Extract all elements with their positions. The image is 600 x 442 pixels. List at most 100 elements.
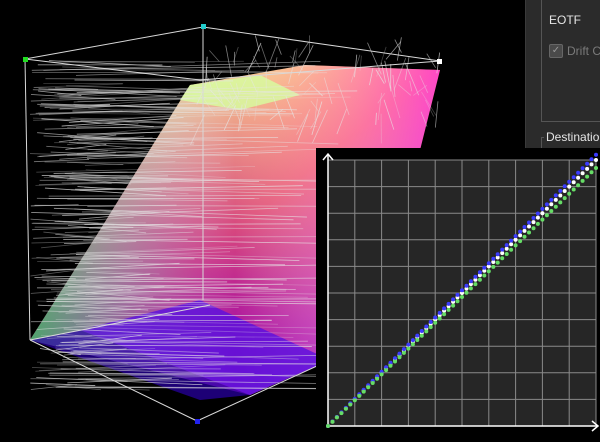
tone-curve-graph	[316, 148, 600, 437]
corner-green-marker	[23, 57, 28, 62]
curve-point	[558, 200, 562, 204]
curve-point	[411, 338, 415, 342]
curve-point	[420, 334, 424, 338]
curve-point	[357, 394, 361, 398]
curve-point	[424, 325, 428, 329]
corner-blue-marker	[195, 419, 200, 424]
curve-point	[411, 342, 415, 346]
curve-point	[473, 282, 477, 286]
curve-point	[465, 291, 469, 295]
curve-point	[576, 176, 580, 180]
curve-point	[576, 183, 580, 187]
curve-point	[545, 202, 549, 206]
vector-line	[299, 42, 309, 57]
curve-point	[487, 261, 491, 265]
vector-line	[34, 84, 122, 88]
curve-point	[442, 312, 446, 316]
curve-point	[420, 329, 424, 333]
tone-curve-panel	[316, 148, 600, 437]
curve-point	[585, 175, 589, 179]
curve-point	[433, 316, 437, 320]
curve-point	[549, 209, 553, 213]
checkmark-icon[interactable]: ✓	[549, 44, 563, 58]
curve-point	[433, 321, 437, 325]
curve-point	[527, 231, 531, 235]
curve-point	[389, 364, 393, 368]
curve-point	[478, 270, 482, 274]
corner-white-marker	[437, 59, 442, 64]
curve-point	[473, 275, 477, 279]
vector-line	[209, 50, 219, 61]
curve-point	[469, 286, 473, 290]
curve-point	[424, 329, 428, 333]
vector-line	[275, 57, 277, 67]
curve-point	[348, 403, 352, 407]
curve-point	[500, 251, 504, 255]
curve-point	[563, 196, 567, 200]
corner-cyan-marker	[201, 24, 206, 29]
curve-point	[500, 248, 504, 252]
curve-point	[398, 352, 402, 356]
curve-point	[567, 185, 571, 189]
curve-point	[572, 180, 576, 184]
curve-point	[482, 266, 486, 270]
curve-point	[460, 288, 464, 292]
curve-point	[362, 390, 366, 394]
curve-point	[447, 302, 451, 306]
curve-point	[523, 235, 527, 239]
curve-point	[540, 207, 544, 211]
vector-line	[30, 383, 95, 385]
curve-point	[451, 297, 455, 301]
curve-point	[402, 351, 406, 355]
curve-point	[415, 334, 419, 338]
curve-point	[518, 233, 522, 237]
curve-point	[558, 189, 562, 193]
curve-point	[590, 157, 594, 161]
curve-point	[518, 230, 522, 234]
curve-point	[540, 211, 544, 215]
curve-point	[505, 252, 509, 256]
drift-compensation-row[interactable]: ✓ Drift Co	[549, 43, 600, 59]
vector-line	[261, 45, 269, 69]
curve-point	[505, 247, 509, 251]
curve-point	[545, 207, 549, 211]
curve-point	[339, 411, 343, 415]
curve-point	[536, 222, 540, 226]
curve-point	[558, 194, 562, 198]
curve-point	[554, 198, 558, 202]
curve-point	[415, 338, 419, 342]
curve-point	[496, 261, 500, 265]
curve-point	[393, 360, 397, 364]
curve-point	[398, 355, 402, 359]
curve-point	[563, 189, 567, 193]
curve-point	[491, 257, 495, 261]
curve-point	[567, 192, 571, 196]
curve-point	[590, 170, 594, 174]
curve-point	[594, 153, 598, 157]
curve-point	[527, 225, 531, 229]
curve-point	[594, 166, 598, 170]
curve-point	[402, 347, 406, 351]
curve-point	[514, 238, 518, 242]
vector-line	[245, 60, 256, 71]
curve-point	[523, 229, 527, 233]
curve-point	[460, 295, 464, 299]
curve-point	[514, 243, 518, 247]
curve-point	[465, 284, 469, 288]
curve-point	[326, 424, 330, 428]
vector-line	[255, 36, 259, 52]
curve-point	[509, 242, 513, 246]
curve-point	[572, 175, 576, 179]
curve-point	[536, 212, 540, 216]
curve-point	[331, 420, 335, 424]
curve-point	[447, 308, 451, 312]
curve-point	[585, 162, 589, 166]
eotf-label: EOTF	[549, 13, 581, 27]
curve-point	[491, 265, 495, 269]
curve-point	[335, 415, 339, 419]
curve-point	[554, 205, 558, 209]
curve-point	[456, 299, 460, 303]
curve-point	[581, 171, 585, 175]
curve-point	[576, 171, 580, 175]
curve-point	[366, 385, 370, 389]
